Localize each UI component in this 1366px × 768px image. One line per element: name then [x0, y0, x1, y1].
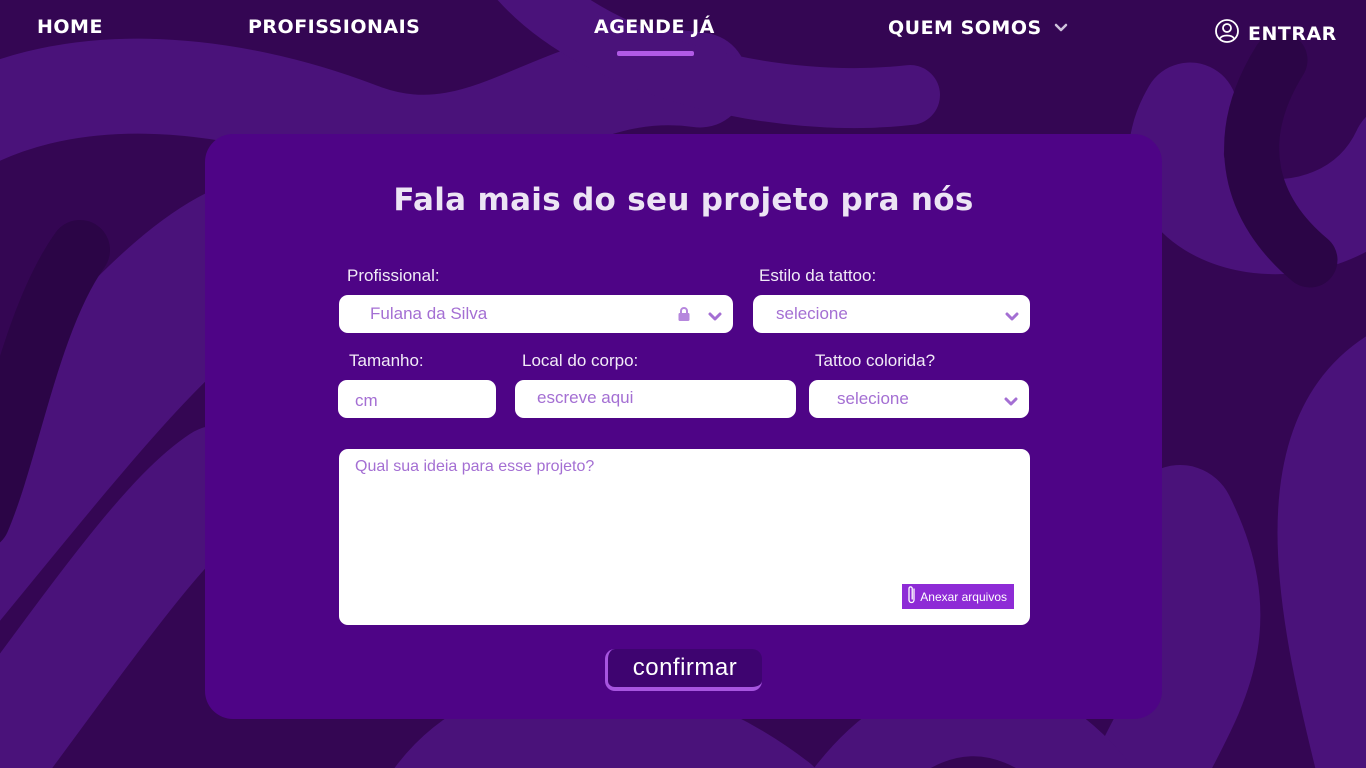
- confirm-button[interactable]: confirmar: [605, 649, 762, 691]
- chevron-down-icon: [1054, 23, 1068, 33]
- profissional-select[interactable]: Fulana da Silva: [339, 295, 733, 333]
- tamanho-label: Tamanho:: [349, 351, 424, 370]
- attach-files-button[interactable]: Anexar arquivos: [902, 584, 1014, 609]
- estilo-label: Estilo da tattoo:: [759, 266, 877, 285]
- nav-quem-somos-label: QUEM SOMOS: [888, 17, 1042, 39]
- nav-agende-ja[interactable]: AGENDE JÁ: [594, 16, 715, 38]
- profissional-label: Profissional:: [347, 266, 440, 285]
- nav-active-indicator: [617, 51, 694, 56]
- colorida-select[interactable]: selecione: [809, 380, 1029, 418]
- tamanho-placeholder: cm: [355, 391, 378, 410]
- nav-entrar-label: ENTRAR: [1248, 22, 1337, 45]
- attach-files-label: Anexar arquivos: [920, 589, 1007, 604]
- form-title: Fala mais do seu projeto pra nós: [393, 182, 974, 218]
- lock-icon: [677, 306, 691, 327]
- nav-home[interactable]: HOME: [37, 16, 103, 38]
- ideia-placeholder: Qual sua ideia para esse projeto?: [355, 458, 595, 475]
- chevron-down-icon: [707, 308, 723, 328]
- nav-profissionais[interactable]: PROFISSIONAIS: [248, 16, 420, 38]
- project-form-card: Fala mais do seu projeto pra nós Profiss…: [205, 134, 1162, 719]
- colorida-value: selecione: [837, 389, 909, 408]
- local-input[interactable]: escreve aqui: [515, 380, 796, 418]
- profissional-value: Fulana da Silva: [370, 304, 488, 323]
- local-label: Local do corpo:: [522, 351, 639, 370]
- estilo-select[interactable]: selecione: [753, 295, 1030, 333]
- chevron-down-icon: [1003, 393, 1019, 413]
- nav-quem-somos[interactable]: QUEM SOMOS: [888, 17, 1068, 39]
- ideia-textarea[interactable]: Qual sua ideia para esse projeto? Anexar…: [339, 449, 1030, 625]
- tamanho-input[interactable]: cm: [338, 380, 496, 418]
- nav-entrar[interactable]: ENTRAR: [1214, 18, 1337, 49]
- user-circle-icon: [1214, 18, 1240, 49]
- estilo-value: selecione: [776, 304, 848, 323]
- local-placeholder: escreve aqui: [537, 388, 634, 407]
- paperclip-icon: [907, 585, 917, 608]
- chevron-down-icon: [1004, 308, 1020, 328]
- colorida-label: Tattoo colorida?: [815, 351, 936, 370]
